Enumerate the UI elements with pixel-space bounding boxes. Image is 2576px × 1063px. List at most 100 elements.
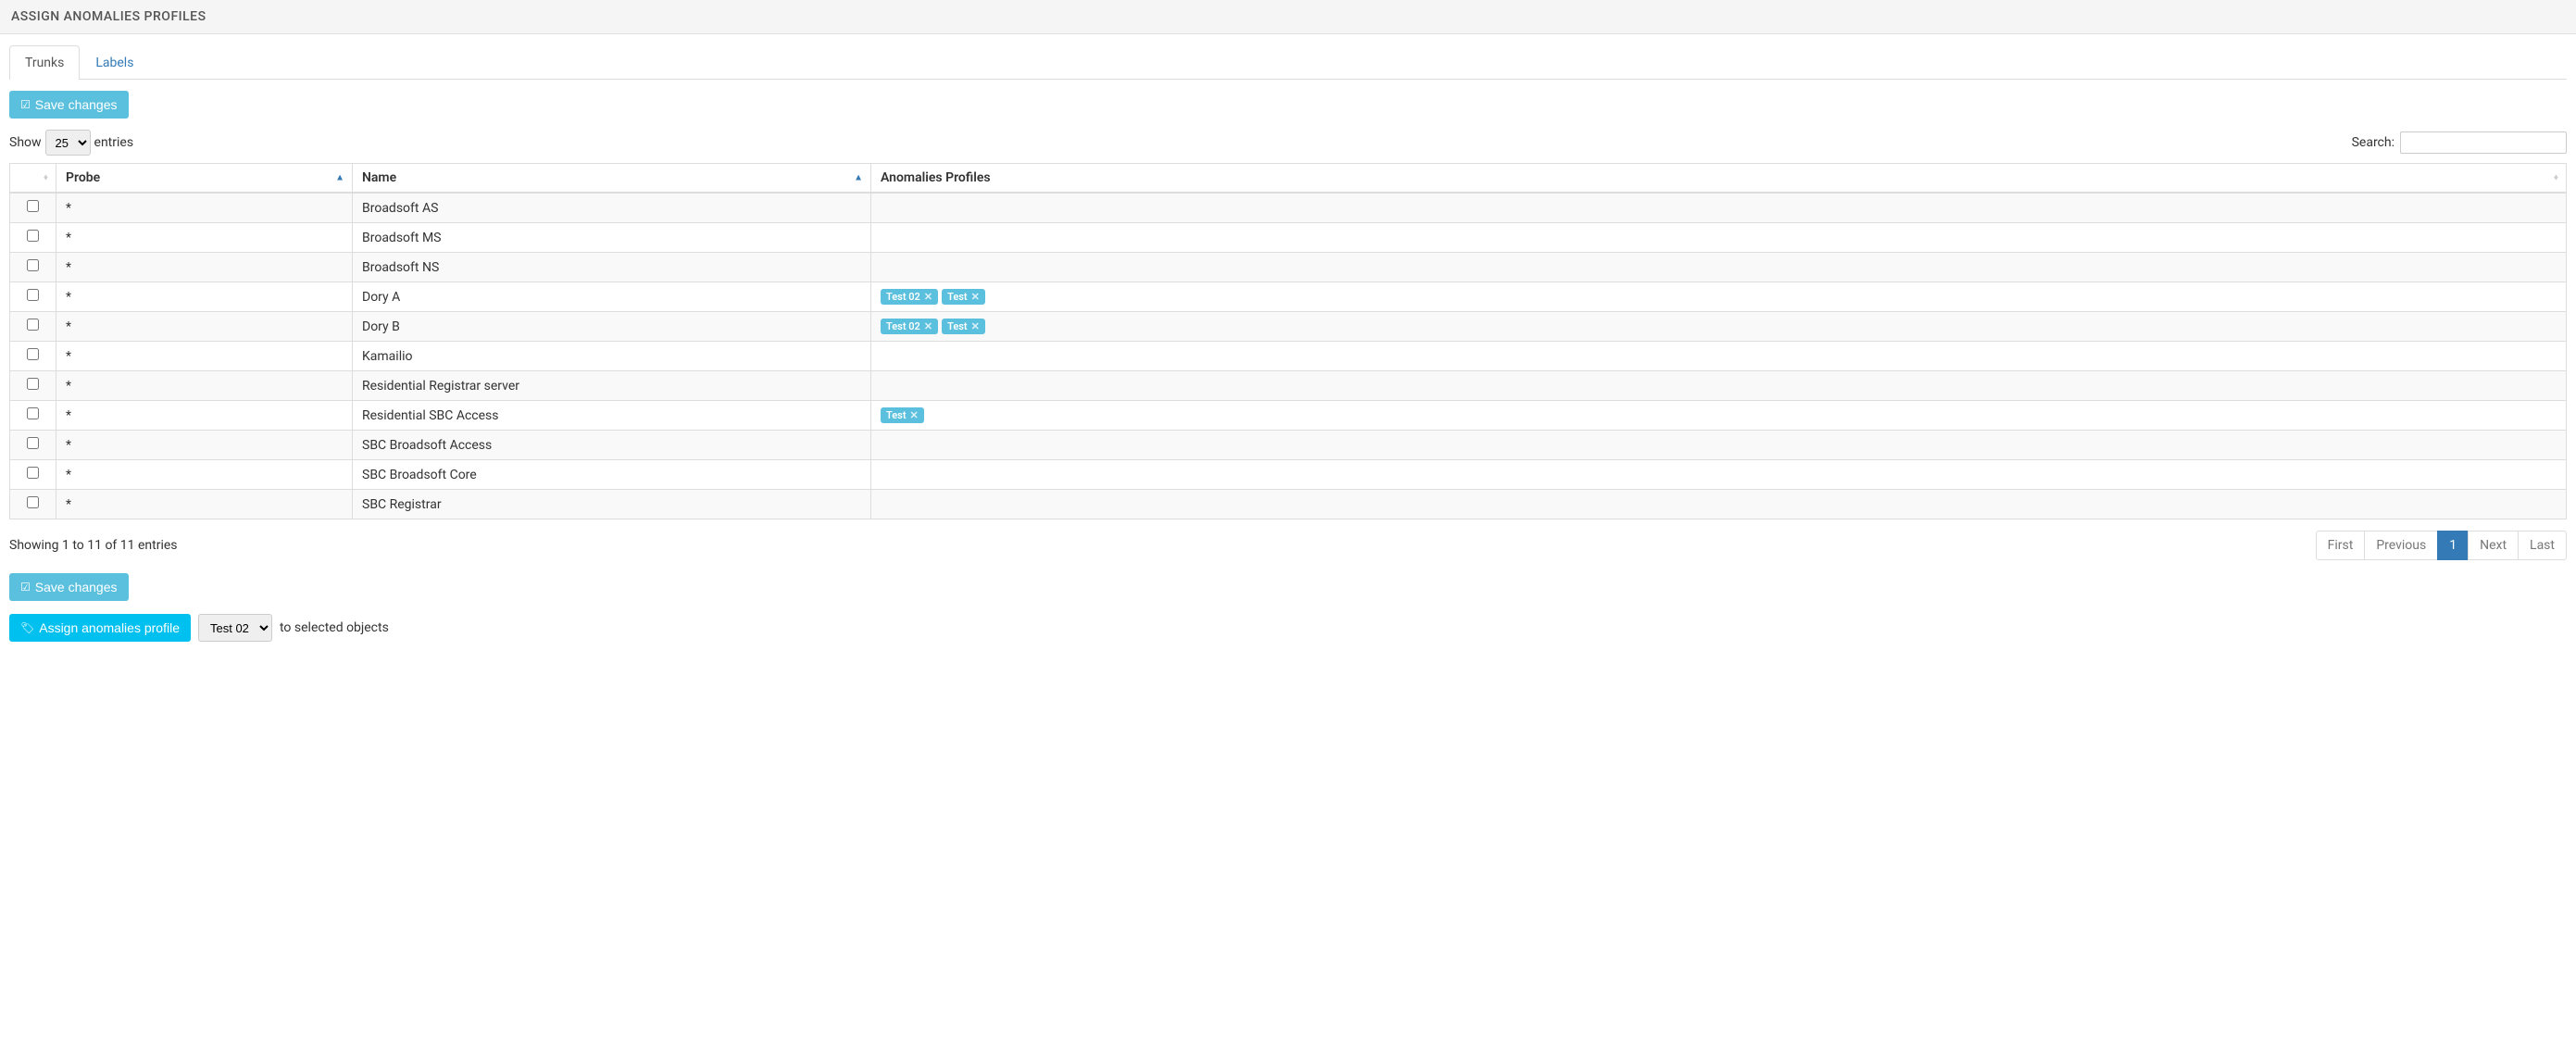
row-checkbox[interactable] xyxy=(27,378,39,390)
row-name-cell: Broadsoft MS xyxy=(353,223,871,253)
data-table: ♦ Probe ▲ Name ▲ Anomalies Profiles ♦ *B… xyxy=(9,163,2567,519)
table-row: *Broadsoft NS xyxy=(10,253,2567,282)
save-changes-button-bottom[interactable]: ☑ Save changes xyxy=(9,573,129,601)
table-row: *SBC Broadsoft Access xyxy=(10,431,2567,460)
row-checkbox[interactable] xyxy=(27,496,39,508)
pagination: First Previous 1 Next Last xyxy=(2317,531,2567,560)
assign-profile-button[interactable]: 🏷 Assign anomalies profile xyxy=(9,614,191,642)
table-row: *Residential Registrar server xyxy=(10,371,2567,401)
profile-tag-label: Test xyxy=(886,409,907,421)
row-name-cell: Dory B xyxy=(353,312,871,342)
button-label: Save changes xyxy=(35,97,118,112)
profile-tag: Test✕ xyxy=(942,319,985,334)
row-checkbox-cell xyxy=(10,253,56,282)
row-checkbox-cell xyxy=(10,460,56,490)
row-profiles-cell: Test 02✕Test✕ xyxy=(871,282,2567,312)
row-checkbox[interactable] xyxy=(27,319,39,331)
row-probe-cell: * xyxy=(56,223,353,253)
table-row: *Residential SBC AccessTest✕ xyxy=(10,401,2567,431)
row-probe-cell: * xyxy=(56,342,353,371)
profile-tag: Test✕ xyxy=(942,289,985,305)
page-first-button[interactable]: First xyxy=(2316,531,2366,560)
profile-tag-label: Test 02 xyxy=(886,291,920,303)
profile-tag: Test 02✕ xyxy=(881,319,938,334)
row-profiles-cell xyxy=(871,460,2567,490)
column-label: Name xyxy=(362,170,396,185)
row-checkbox[interactable] xyxy=(27,437,39,449)
search-control: Search: xyxy=(2352,131,2567,154)
row-checkbox-cell xyxy=(10,490,56,519)
assign-suffix-text: to selected objects xyxy=(280,620,389,635)
assign-profile-select[interactable]: Test 02 xyxy=(198,614,272,642)
row-checkbox-cell xyxy=(10,342,56,371)
row-name-cell: SBC Broadsoft Access xyxy=(353,431,871,460)
table-row: *Dory ATest 02✕Test✕ xyxy=(10,282,2567,312)
row-name-cell: Broadsoft NS xyxy=(353,253,871,282)
search-label: Search: xyxy=(2352,135,2395,150)
row-probe-cell: * xyxy=(56,193,353,223)
row-checkbox-cell xyxy=(10,312,56,342)
row-checkbox[interactable] xyxy=(27,407,39,419)
row-profiles-cell xyxy=(871,342,2567,371)
tab-trunks[interactable]: Trunks xyxy=(9,45,80,80)
row-checkbox[interactable] xyxy=(27,467,39,479)
row-profiles-cell xyxy=(871,431,2567,460)
row-probe-cell: * xyxy=(56,401,353,431)
page-header: ASSIGN ANOMALIES PROFILES xyxy=(0,0,2576,34)
show-label: Show xyxy=(9,135,42,150)
tab-labels[interactable]: Labels xyxy=(80,45,149,80)
sort-asc-icon: ▲ xyxy=(854,173,863,183)
sort-icon: ♦ xyxy=(44,173,48,183)
entries-label: entries xyxy=(94,135,134,150)
show-entries-control: Show 25 entries xyxy=(9,130,133,156)
table-row: *Dory BTest 02✕Test✕ xyxy=(10,312,2567,342)
row-name-cell: SBC Registrar xyxy=(353,490,871,519)
search-input[interactable] xyxy=(2400,131,2567,154)
row-checkbox[interactable] xyxy=(27,289,39,301)
row-checkbox-cell xyxy=(10,223,56,253)
row-profiles-cell: Test✕ xyxy=(871,401,2567,431)
column-header-name[interactable]: Name ▲ xyxy=(353,164,871,194)
table-row: *SBC Broadsoft Core xyxy=(10,460,2567,490)
check-icon: ☑ xyxy=(20,98,31,111)
button-label: Assign anomalies profile xyxy=(39,620,180,635)
column-header-probe[interactable]: Probe ▲ xyxy=(56,164,353,194)
remove-tag-icon[interactable]: ✕ xyxy=(971,291,980,303)
row-profiles-cell xyxy=(871,253,2567,282)
page-previous-button[interactable]: Previous xyxy=(2364,531,2438,560)
page-next-button[interactable]: Next xyxy=(2468,531,2519,560)
remove-tag-icon[interactable]: ✕ xyxy=(924,291,932,303)
tag-icon: 🏷 xyxy=(20,621,34,634)
row-name-cell: Broadsoft AS xyxy=(353,193,871,223)
column-header-profiles[interactable]: Anomalies Profiles ♦ xyxy=(871,164,2567,194)
column-label: Probe xyxy=(66,170,100,185)
row-probe-cell: * xyxy=(56,371,353,401)
column-label: Anomalies Profiles xyxy=(881,170,991,185)
tabs-container: Trunks Labels xyxy=(9,45,2567,80)
row-name-cell: SBC Broadsoft Core xyxy=(353,460,871,490)
save-changes-button-top[interactable]: ☑ Save changes xyxy=(9,91,129,119)
profile-tag-label: Test xyxy=(947,320,968,332)
table-row: *Broadsoft MS xyxy=(10,223,2567,253)
row-checkbox[interactable] xyxy=(27,200,39,212)
row-profiles-cell: Test 02✕Test✕ xyxy=(871,312,2567,342)
row-name-cell: Dory A xyxy=(353,282,871,312)
sort-icon: ♦ xyxy=(2554,173,2558,183)
row-probe-cell: * xyxy=(56,312,353,342)
entries-select[interactable]: 25 xyxy=(45,130,91,156)
row-profiles-cell xyxy=(871,490,2567,519)
row-checkbox-cell xyxy=(10,193,56,223)
page-number-button[interactable]: 1 xyxy=(2437,531,2469,560)
remove-tag-icon[interactable]: ✕ xyxy=(924,320,932,332)
tab-label: Trunks xyxy=(25,56,64,70)
page-last-button[interactable]: Last xyxy=(2518,531,2567,560)
row-name-cell: Residential SBC Access xyxy=(353,401,871,431)
row-checkbox[interactable] xyxy=(27,259,39,271)
row-checkbox-cell xyxy=(10,371,56,401)
remove-tag-icon[interactable]: ✕ xyxy=(971,320,980,332)
row-checkbox-cell xyxy=(10,431,56,460)
row-checkbox[interactable] xyxy=(27,348,39,360)
remove-tag-icon[interactable]: ✕ xyxy=(910,409,919,421)
row-checkbox[interactable] xyxy=(27,230,39,242)
column-header-checkbox[interactable]: ♦ xyxy=(10,164,56,194)
